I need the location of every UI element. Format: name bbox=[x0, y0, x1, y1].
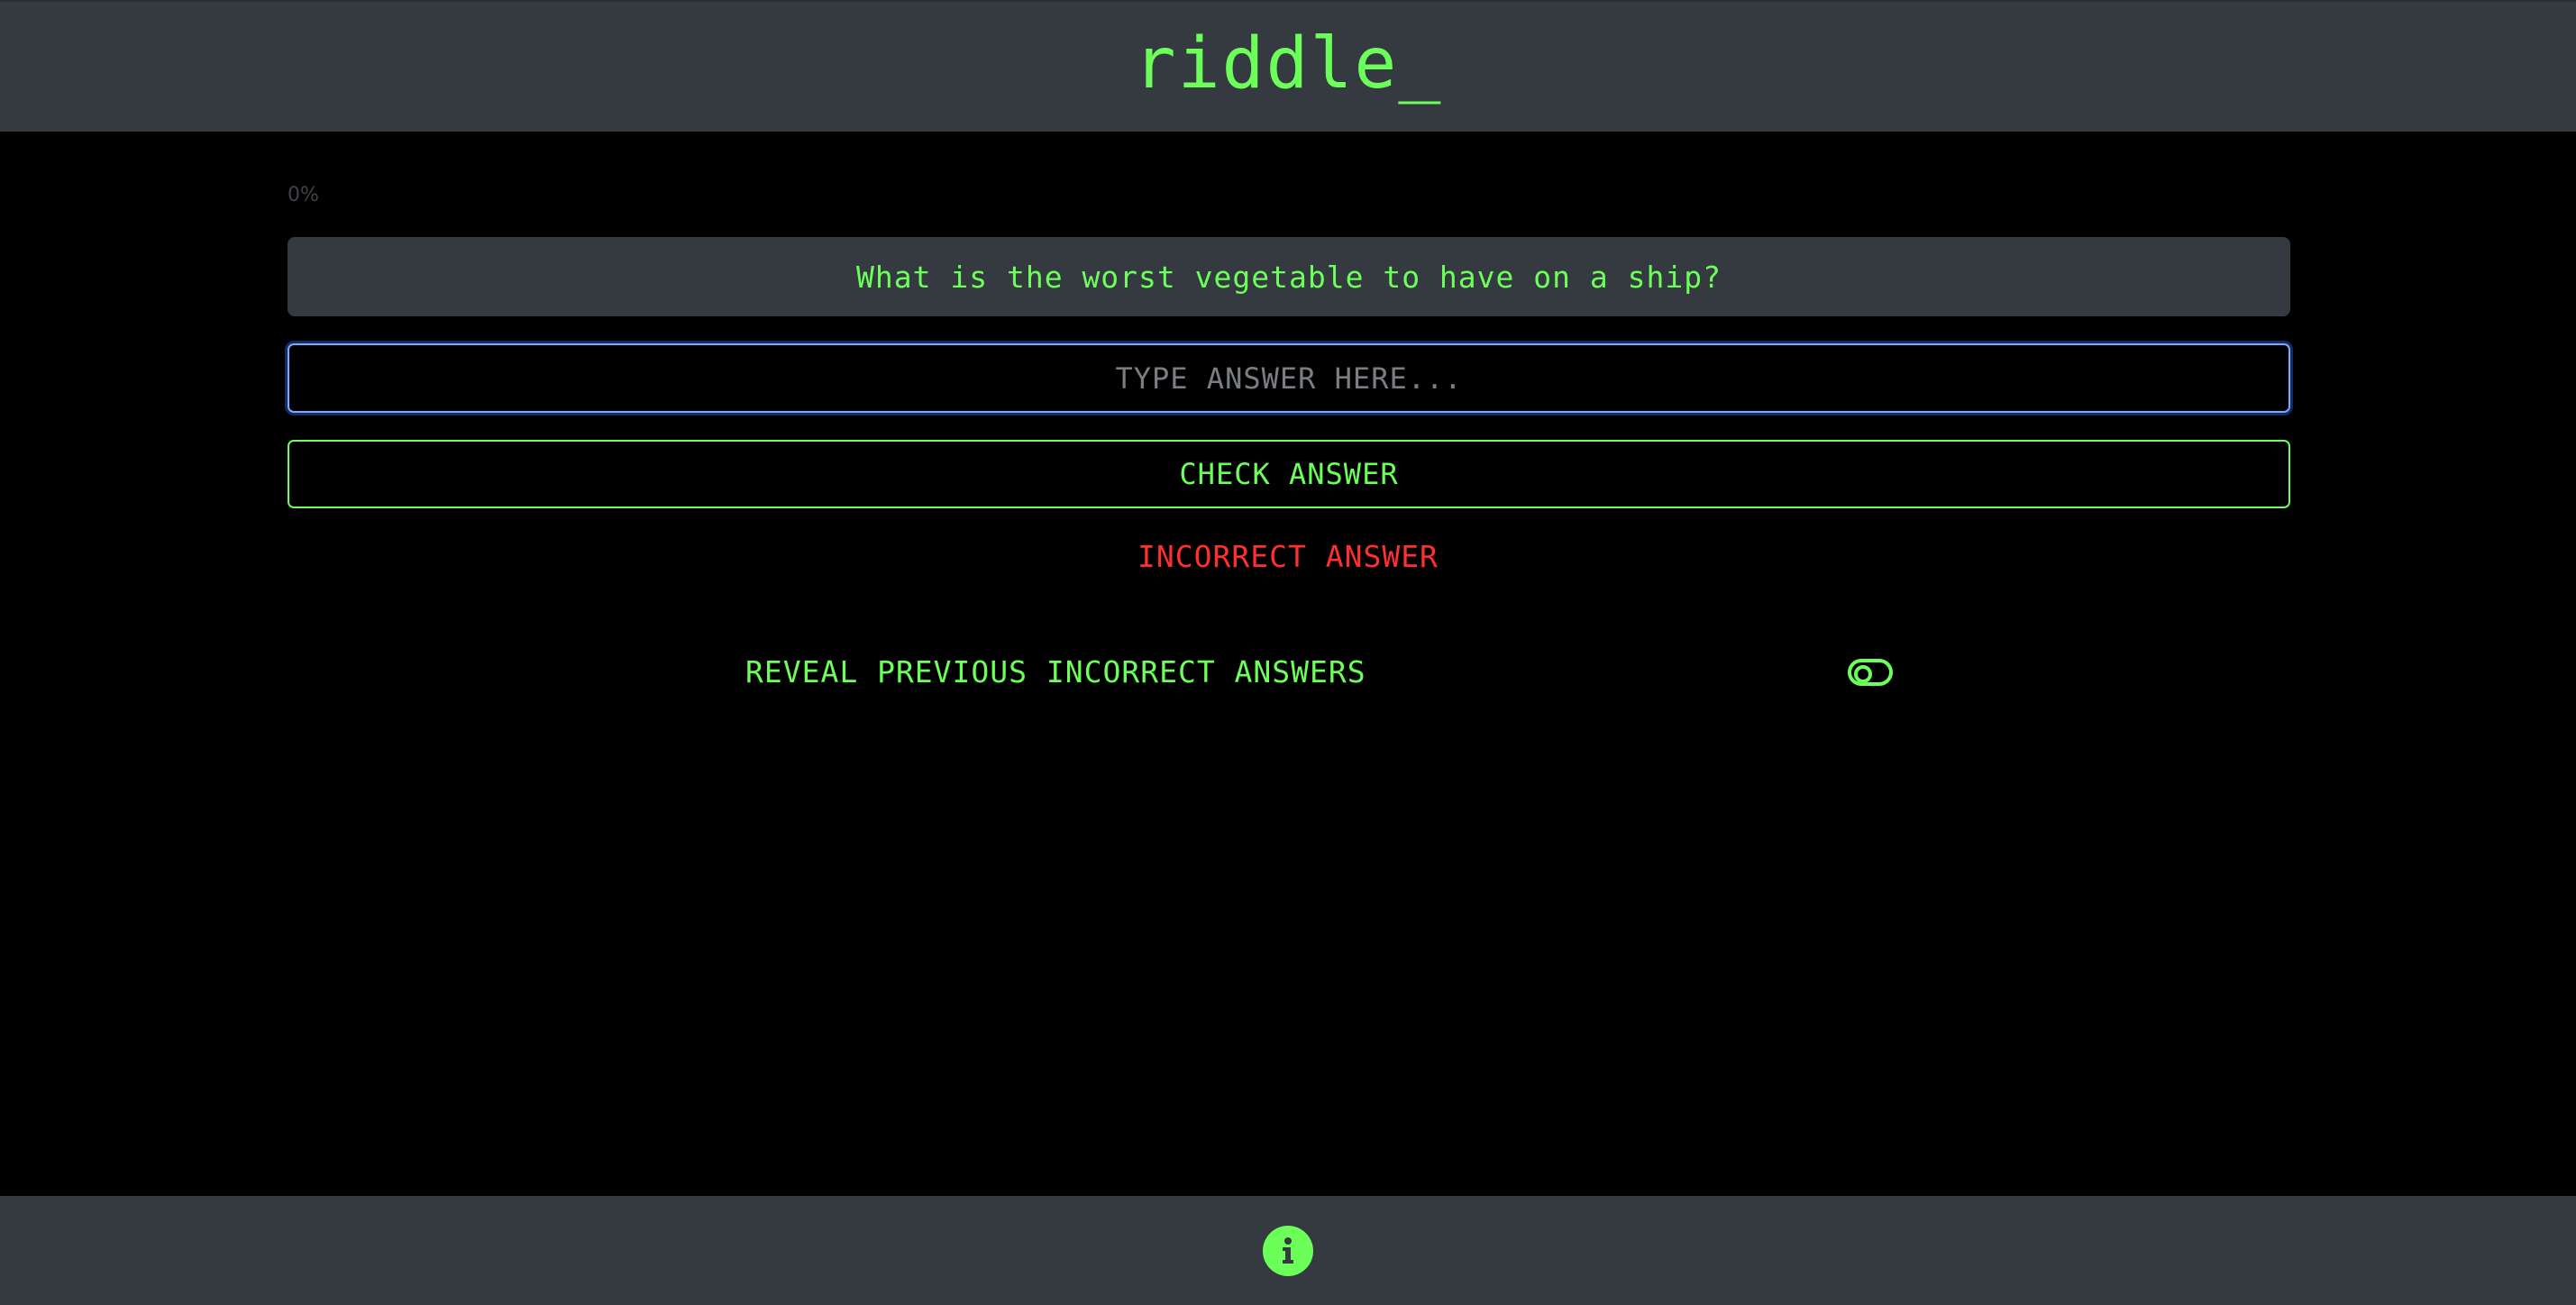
reveal-incorrect-toggle[interactable] bbox=[1848, 659, 1893, 686]
app-header: riddle_ bbox=[0, 0, 2576, 132]
check-answer-button[interactable]: CHECK ANSWER bbox=[288, 440, 2290, 508]
toggle-knob bbox=[1854, 665, 1872, 683]
answer-input[interactable] bbox=[288, 343, 2290, 413]
question-box: What is the worst vegetable to have on a… bbox=[288, 237, 2290, 316]
info-icon[interactable] bbox=[1263, 1225, 1313, 1276]
feedback-message: INCORRECT ANSWER bbox=[1137, 539, 1439, 574]
question-text: What is the worst vegetable to have on a… bbox=[856, 259, 1722, 295]
app-logo[interactable]: riddle_ bbox=[1134, 29, 1443, 99]
app-footer bbox=[0, 1196, 2576, 1305]
reveal-incorrect-label: REVEAL PREVIOUS INCORRECT ANSWERS bbox=[745, 654, 1366, 689]
progress-label: 0% bbox=[288, 184, 319, 206]
info-glyph-icon bbox=[1263, 1225, 1313, 1276]
